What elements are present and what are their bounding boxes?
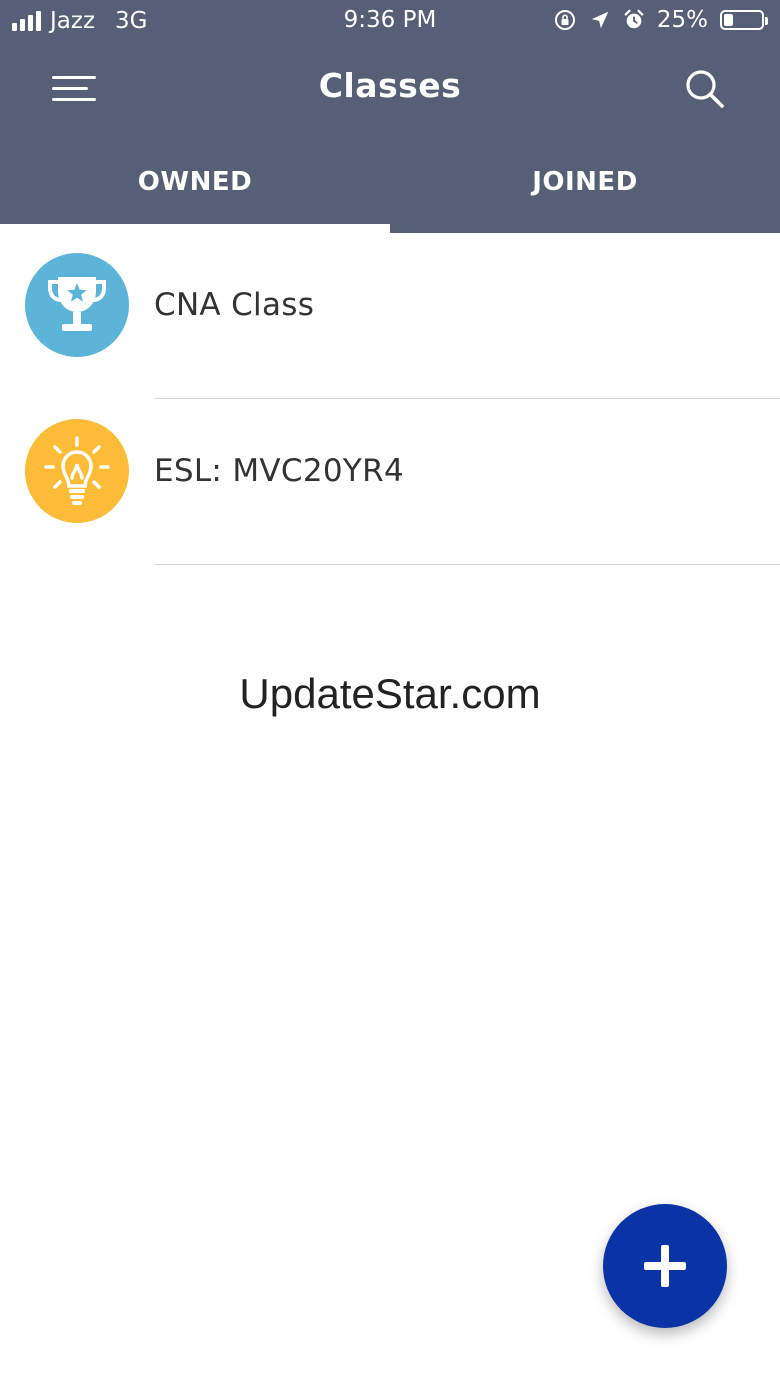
search-icon[interactable] (684, 68, 726, 110)
battery-icon (720, 10, 768, 30)
add-class-button[interactable] (603, 1204, 727, 1328)
list-divider (154, 564, 780, 565)
location-arrow-icon (591, 11, 609, 29)
battery-percentage: 25% (656, 7, 708, 33)
tab-selected-indicator (0, 224, 390, 233)
alarm-clock-icon (624, 9, 644, 29)
watermark-text: UpdateStar.com (239, 670, 541, 717)
app-bar: Jazz 3G 9:36 PM 25% Classes OWNED JOINED (0, 0, 780, 233)
list-item-cna-class[interactable]: CNA Class (0, 233, 780, 399)
page-title: Classes (318, 66, 462, 105)
tab-owned[interactable]: OWNED (0, 150, 390, 225)
tab-bar: OWNED JOINED (0, 150, 780, 233)
class-list: CNA Class ESL: MVC20YR4 (0, 233, 780, 565)
status-bar: Jazz 3G 9:36 PM 25% (0, 0, 780, 44)
plus-icon (644, 1245, 686, 1287)
trophy-icon (25, 253, 129, 357)
battery-fill (724, 14, 733, 26)
lightbulb-icon (25, 419, 129, 523)
tab-joined[interactable]: JOINED (390, 150, 780, 225)
orientation-lock-icon (554, 10, 575, 30)
status-right: 25% (553, 7, 768, 33)
class-name: ESL: MVC20YR4 (154, 453, 404, 489)
list-item-esl-class[interactable]: ESL: MVC20YR4 (0, 399, 780, 565)
class-name: CNA Class (154, 287, 315, 323)
